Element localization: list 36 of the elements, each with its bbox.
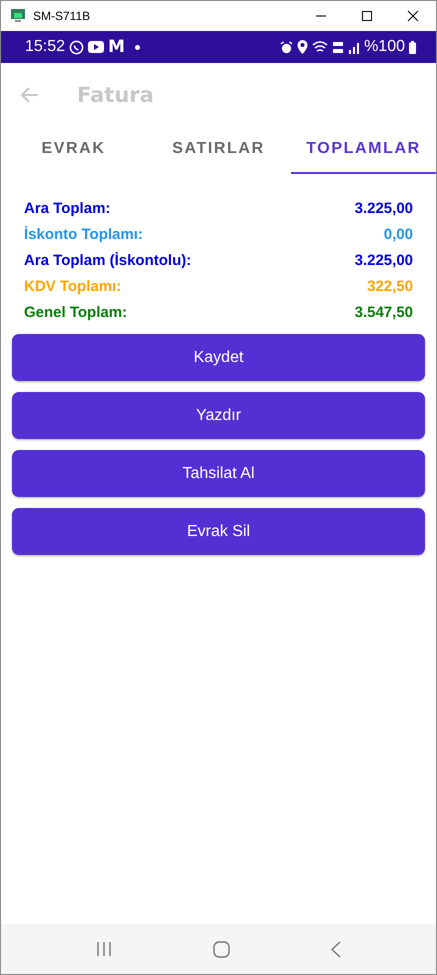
video-icon	[88, 41, 104, 53]
alarm-icon	[280, 40, 294, 54]
total-value: 3.547,50	[354, 304, 413, 321]
tab[interactable]: TOPLAMLAR	[291, 126, 436, 174]
app-icon	[11, 9, 25, 23]
mail-glyph: M	[108, 37, 125, 57]
tab[interactable]: SATIRLAR	[146, 126, 291, 174]
total-label: KDV Toplamı:	[24, 278, 122, 295]
action-button[interactable]: Evrak Sil	[12, 508, 425, 555]
total-label: Ara Toplam (İskontolu):	[24, 252, 192, 269]
status-time: 15:52	[25, 38, 66, 56]
wifi-icon	[312, 40, 328, 54]
battery-icon	[409, 40, 416, 54]
signal-icon	[348, 40, 360, 54]
close-icon[interactable]	[407, 10, 419, 22]
maximize-icon[interactable]	[361, 10, 373, 22]
window-title: SM-S711B	[33, 9, 92, 23]
tab[interactable]: EVRAK	[1, 126, 146, 174]
total-label: İskonto Toplamı:	[24, 226, 143, 243]
battery-percent: %100	[364, 38, 405, 56]
dot-icon	[134, 44, 140, 50]
total-value: 322,50	[367, 278, 413, 295]
home-icon[interactable]	[212, 940, 230, 958]
total-value: 3.225,00	[354, 200, 413, 217]
action-button[interactable]: Kaydet	[12, 334, 425, 381]
recent-apps-icon[interactable]	[96, 941, 112, 957]
chat-icon	[69, 40, 84, 54]
volte-icon	[332, 40, 344, 54]
action-button[interactable]: Tahsilat Al	[12, 450, 425, 497]
total-value: 3.225,00	[354, 252, 413, 269]
location-icon	[297, 40, 308, 54]
action-button[interactable]: Yazdır	[12, 392, 425, 439]
total-label: Ara Toplam:	[24, 200, 110, 217]
back-icon[interactable]	[330, 940, 341, 958]
total-label: Genel Toplam:	[24, 304, 128, 321]
total-value: 0,00	[384, 226, 413, 243]
